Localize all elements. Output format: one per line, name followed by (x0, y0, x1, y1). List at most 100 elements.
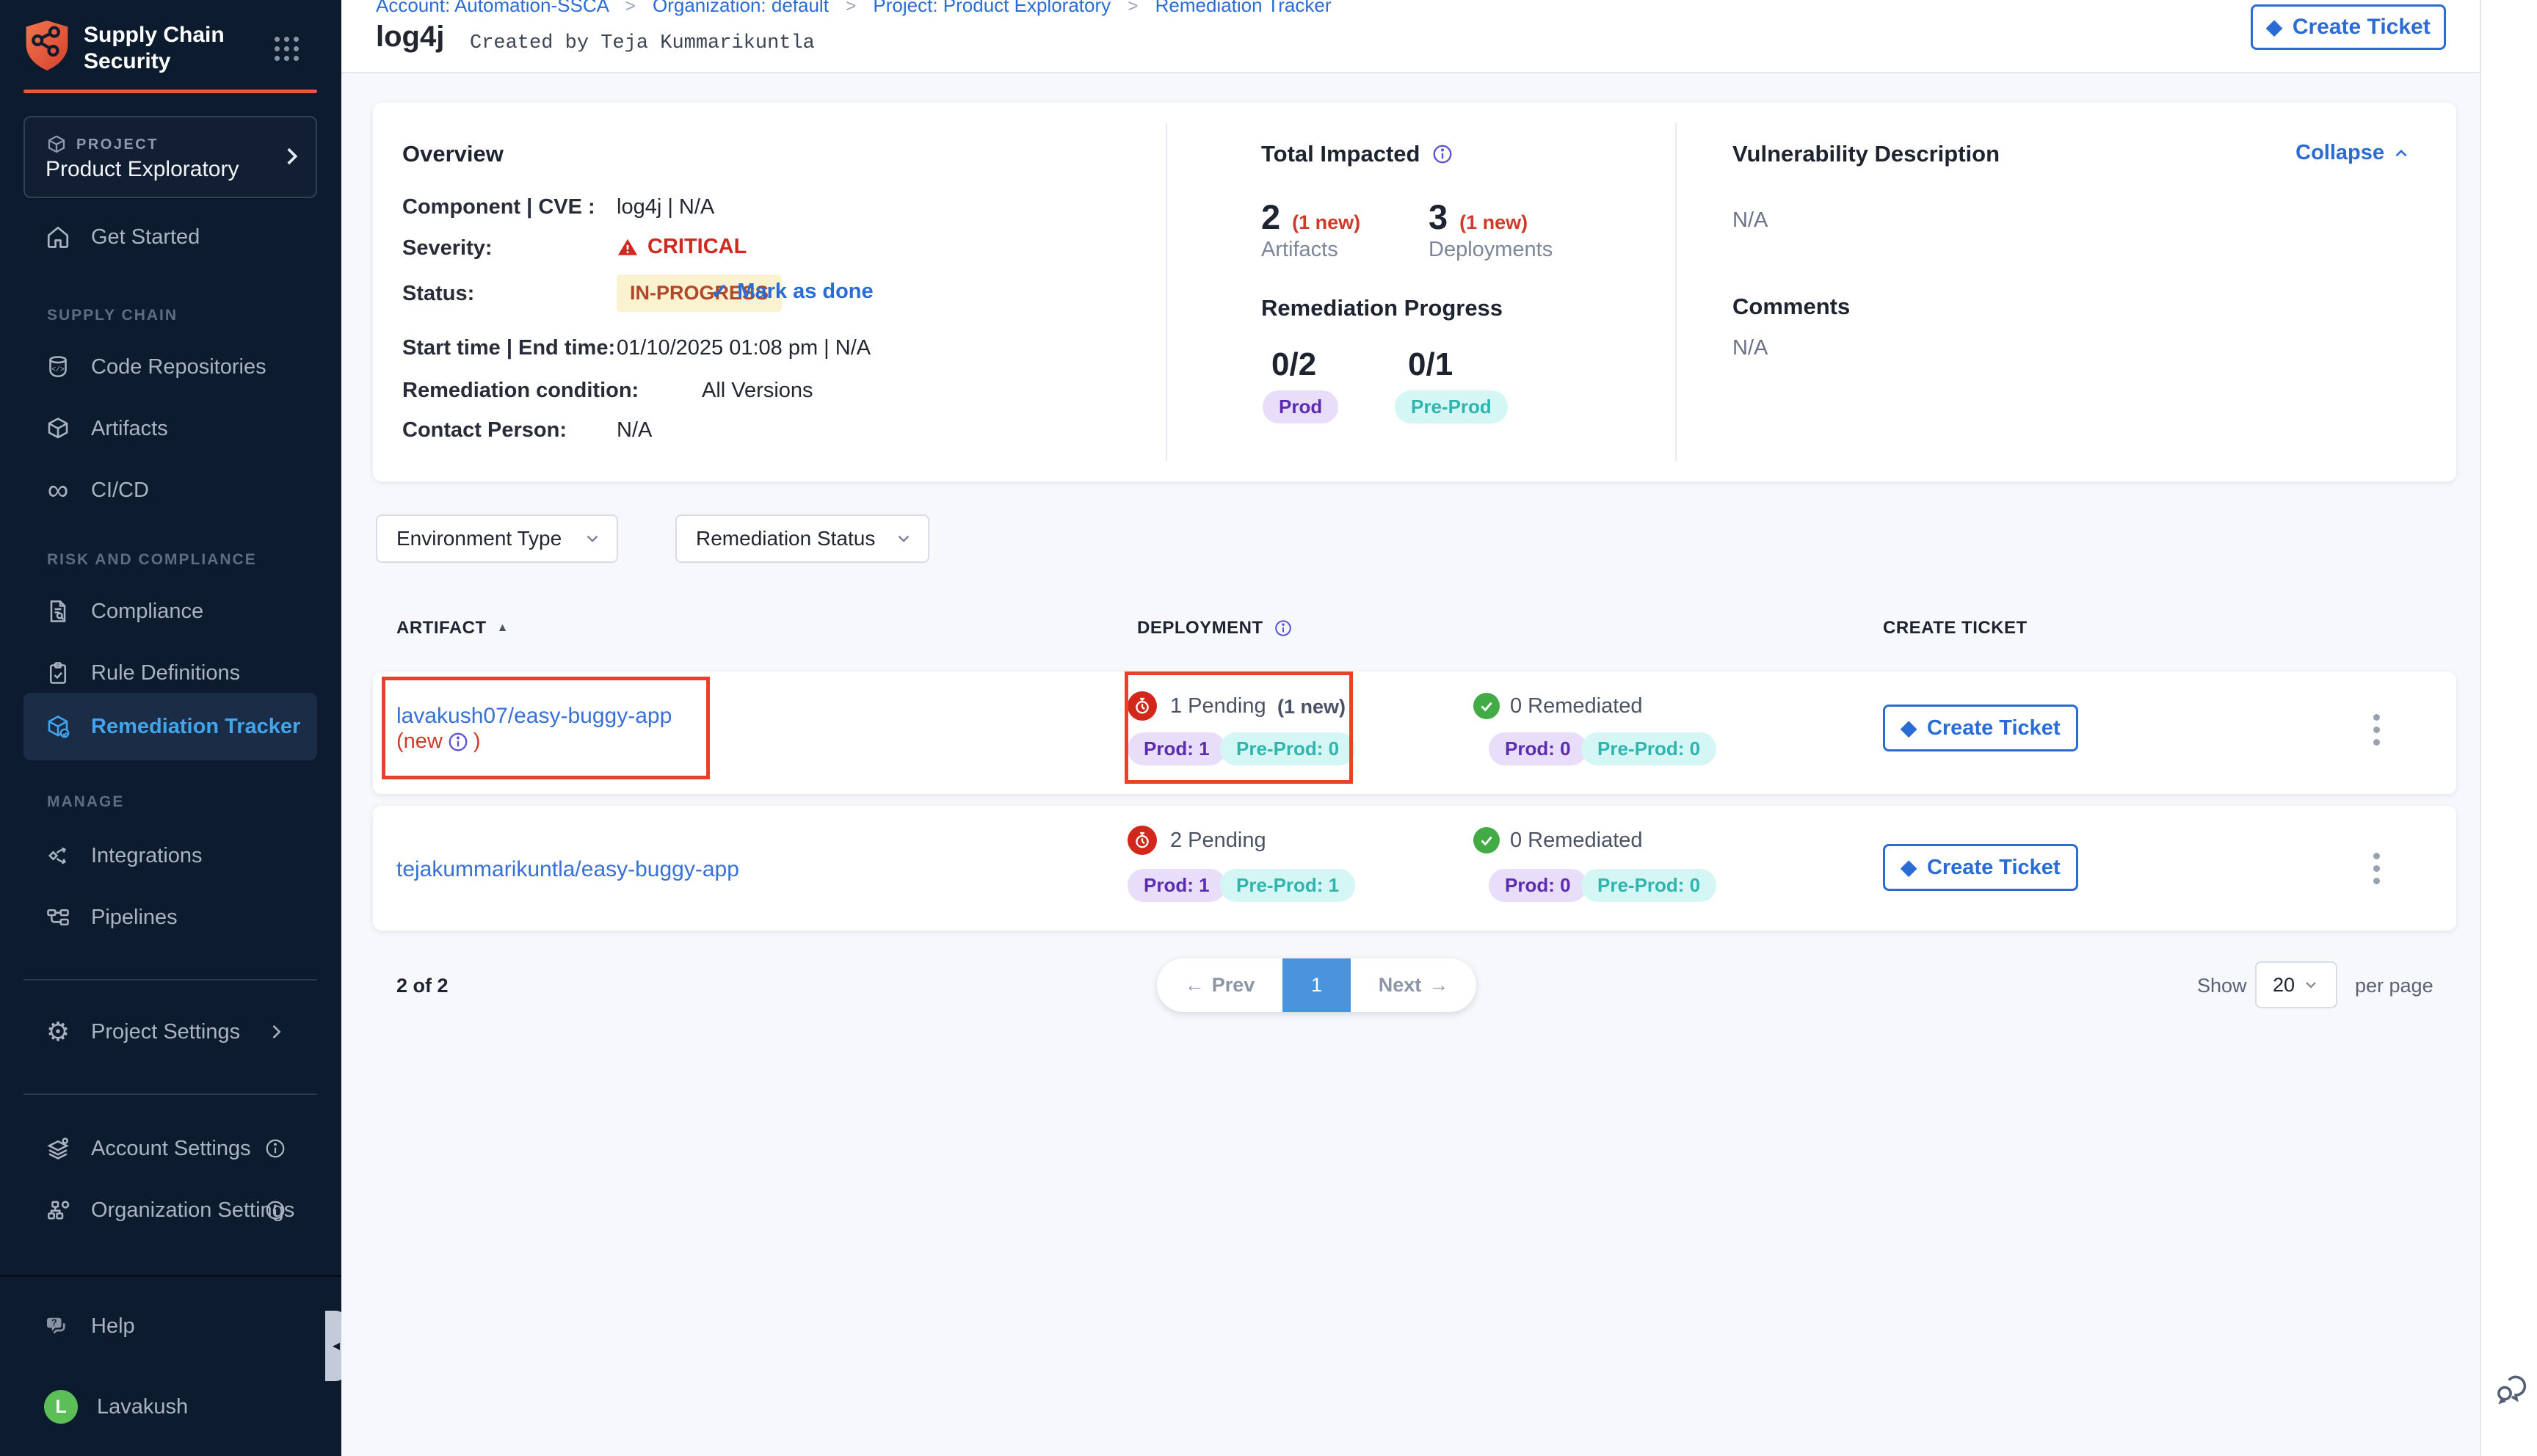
create-ticket-button-row[interactable]: ◆ Create Ticket (1883, 844, 2078, 891)
total-impacted-heading: Total Impacted (1261, 141, 1453, 167)
prev-label: Prev (1212, 974, 1255, 997)
collapse-link[interactable]: Collapse (2295, 141, 2411, 165)
support-chat-icon[interactable] (2491, 1369, 2531, 1409)
artifacts-label: Artifacts (1261, 238, 1338, 262)
artifact-link[interactable]: tejakummarikuntla/easy-buggy-app (396, 856, 739, 883)
status-label: Status: (402, 282, 474, 306)
breadcrumb-remediation-tracker[interactable]: Remediation Tracker (1155, 0, 1332, 16)
page-number-active[interactable]: 1 (1282, 958, 1351, 1012)
sidebar-item-compliance[interactable]: Compliance (23, 588, 317, 635)
info-icon[interactable] (1431, 143, 1453, 165)
sidebar-item-integrations[interactable]: Integrations (23, 832, 317, 879)
sidebar-item-artifacts[interactable]: Artifacts (23, 405, 317, 452)
pagination-summary: 2 of 2 (396, 975, 449, 997)
annotation-box-artifact (382, 677, 710, 779)
sidebar-item-organization-settings[interactable]: Organization Settings (23, 1187, 317, 1234)
component-cve-value: log4j | N/A (617, 195, 714, 219)
create-ticket-button-header[interactable]: ◆ Create Ticket (2251, 4, 2446, 50)
column-header-artifact[interactable]: ARTIFACT ▲ (396, 618, 509, 638)
integrations-icon (44, 842, 72, 870)
sidebar-item-project-settings[interactable]: ⚙ Project Settings (23, 1008, 317, 1055)
row-menu-kebab-icon[interactable] (2373, 853, 2380, 884)
sidebar-item-pipelines[interactable]: Pipelines (23, 894, 317, 941)
chevron-up-icon (2392, 144, 2411, 163)
deployments-new-count: (1 new) (1459, 211, 1528, 234)
column-header-create-ticket: CREATE TICKET (1883, 618, 2028, 638)
chevron-right-icon (279, 144, 304, 169)
remediation-progress-heading: Remediation Progress (1261, 295, 1503, 321)
page-size-select[interactable]: 20 (2255, 961, 2337, 1008)
right-gutter (2480, 0, 2537, 1456)
layers-gear-icon (44, 1135, 72, 1162)
breadcrumb: Account: Automation-SSCA > Organization:… (376, 0, 1332, 17)
infinity-icon: ∞ (44, 476, 72, 504)
sidebar-item-help[interactable]: ? Help (23, 1303, 317, 1350)
severity-value: CRITICAL (617, 235, 747, 259)
mark-as-done-link[interactable]: ✓ Mark as done (711, 279, 874, 305)
sidebar-item-get-started[interactable]: Get Started (23, 214, 317, 261)
remediated-count: 0 Remediated (1510, 829, 1643, 853)
sidebar-item-label: Artifacts (91, 417, 168, 441)
prev-page-button[interactable]: ← Prev (1157, 958, 1282, 1012)
arrow-right-icon: → (1429, 974, 1448, 997)
ticket-diamond-icon: ◆ (1901, 718, 1917, 738)
sidebar-section-risk-compliance: RISK AND COMPLIANCE (47, 551, 257, 569)
condition-value: All Versions (702, 379, 813, 403)
breadcrumb-project[interactable]: Project: Product Exploratory (873, 0, 1111, 16)
chevron-down-icon (2302, 976, 2320, 994)
sidebar-item-remediation-tracker[interactable]: Remediation Tracker (23, 703, 317, 750)
total-impacted-label: Total Impacted (1261, 141, 1420, 167)
remediated-preprod-badge: Pre-Prod: 0 (1581, 732, 1716, 765)
info-icon[interactable] (264, 1199, 286, 1221)
sidebar-item-account-settings[interactable]: Account Settings (23, 1125, 317, 1172)
vulnerability-description-heading: Vulnerability Description (1732, 141, 2000, 167)
app-grid-icon[interactable] (275, 37, 299, 61)
avatar: L (44, 1390, 78, 1424)
component-cve-label: Component | CVE : (402, 195, 595, 219)
remediated-prod-badge: Prod: 0 (1489, 869, 1587, 902)
breadcrumb-account[interactable]: Account: Automation-SSCA (376, 0, 609, 16)
collapse-arrow-icon: ◀ (333, 1340, 340, 1352)
sidebar-item-label: Remediation Tracker (91, 715, 300, 739)
code-repository-icon: </> (44, 353, 72, 381)
page-subtitle: Created by Teja Kummarikuntla (470, 32, 815, 54)
mark-as-done-label: Mark as done (737, 280, 873, 304)
check-icon: ✓ (711, 279, 728, 305)
column-label: ARTIFACT (396, 618, 487, 638)
artifacts-new-count: (1 new) (1292, 211, 1360, 234)
remediation-status-filter[interactable]: Remediation Status (675, 514, 929, 563)
ticket-diamond-icon: ◆ (1901, 857, 1917, 878)
info-icon[interactable] (264, 1138, 286, 1160)
deployments-count: 3 (1429, 197, 1448, 237)
table-row: tejakummarikuntla/easy-buggy-app 2 Pendi… (373, 806, 2456, 931)
sidebar-item-label: Get Started (91, 225, 200, 250)
sidebar-item-code-repositories[interactable]: </> Code Repositories (23, 343, 317, 390)
breadcrumb-organization[interactable]: Organization: default (653, 0, 829, 16)
per-page-label: per page (2355, 975, 2433, 997)
sidebar-item-cicd[interactable]: ∞ CI/CD (23, 467, 317, 514)
pending-preprod-badge: Pre-Prod: 1 (1220, 869, 1355, 902)
remediation-tracker-icon (44, 713, 72, 740)
create-ticket-button-row[interactable]: ◆ Create Ticket (1883, 705, 2078, 751)
overview-heading: Overview (402, 141, 504, 167)
project-selector[interactable]: PROJECT Product Exploratory (23, 116, 317, 198)
org-chart-gear-icon (44, 1196, 72, 1224)
pending-count: 2 Pending (1170, 829, 1266, 853)
artifacts-count: 2 (1261, 197, 1280, 237)
environment-type-filter[interactable]: Environment Type (376, 514, 618, 563)
ticket-diamond-icon: ◆ (2266, 17, 2282, 37)
next-page-button[interactable]: Next → (1351, 958, 1476, 1012)
sidebar-item-label: Code Repositories (91, 355, 266, 379)
project-label: PROJECT (76, 136, 159, 153)
info-icon[interactable] (1274, 619, 1293, 638)
remediated-status-icon (1473, 693, 1500, 719)
pipelines-icon (44, 903, 72, 931)
row-menu-kebab-icon[interactable] (2373, 714, 2380, 746)
user-menu[interactable]: L Lavakush (23, 1383, 317, 1430)
clipboard-check-icon (44, 659, 72, 687)
contact-label: Contact Person: (402, 418, 567, 443)
pending-prod-badge: Prod: 1 (1128, 869, 1226, 902)
supply-chain-security-logo-icon (22, 18, 72, 73)
sidebar-item-rule-definitions[interactable]: Rule Definitions (23, 649, 317, 696)
sidebar-section-manage: MANAGE (47, 793, 124, 811)
